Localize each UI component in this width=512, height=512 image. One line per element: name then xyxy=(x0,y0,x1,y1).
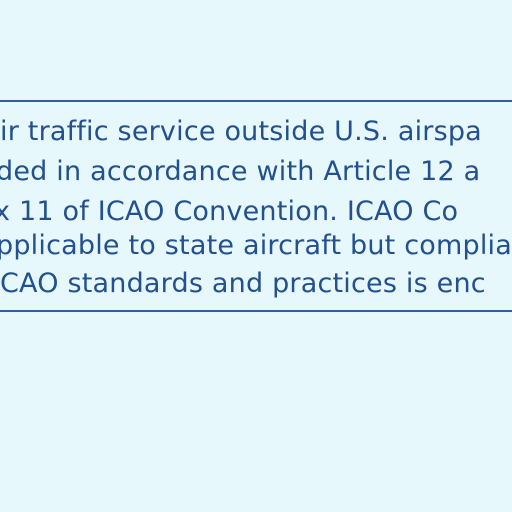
document-page: ir traffic service outside U.S. airspa d… xyxy=(0,0,512,512)
text-line-3: x 11 of ICAO Convention. ICAO Co xyxy=(0,196,459,227)
text-line-5: CAO standards and practices is enc xyxy=(0,268,486,299)
text-line-4: pplicable to state aircraft but complia xyxy=(0,230,512,261)
ruled-text-block: ir traffic service outside U.S. airspa d… xyxy=(0,100,512,312)
text-line-2: ded in accordance with Article 12 a xyxy=(0,156,481,187)
text-line-1: ir traffic service outside U.S. airspa xyxy=(0,116,482,147)
